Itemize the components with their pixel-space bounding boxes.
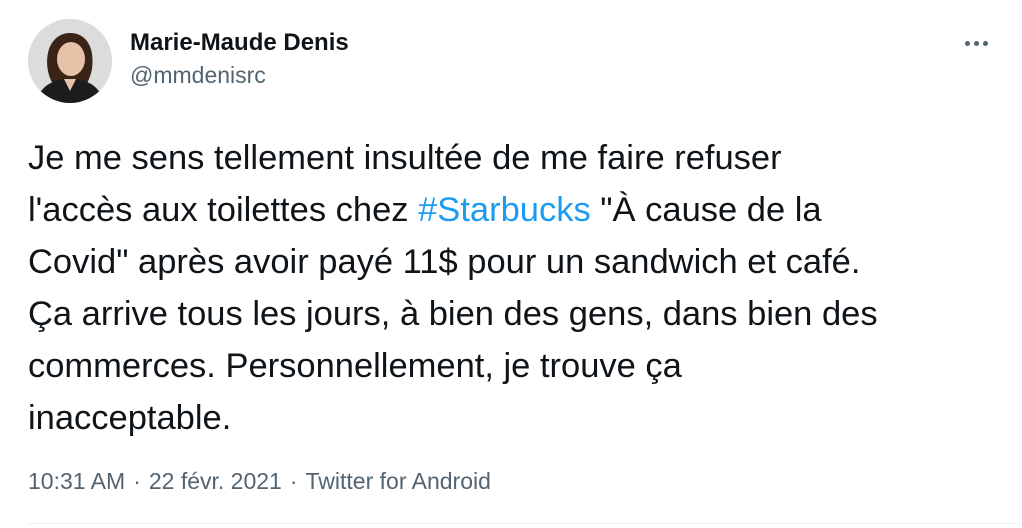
author-block: Marie-Maude Denis @mmdenisrc bbox=[130, 28, 349, 90]
tweet-text: Je me sens tellement insultée de me fair… bbox=[28, 132, 998, 444]
tweet-date: 22 févr. 2021 bbox=[148, 468, 282, 494]
tweet-time: 10:31 AM bbox=[28, 468, 126, 494]
tweet-card: Marie-Maude Denis @mmdenisrc Je me sens … bbox=[0, 0, 1022, 528]
more-dot bbox=[982, 40, 988, 46]
meta-separator: · bbox=[133, 468, 141, 494]
hashtag-link[interactable]: #Starbucks bbox=[418, 191, 591, 229]
tweet-source-link[interactable]: Twitter for Android bbox=[306, 468, 491, 494]
more-horizontal-icon[interactable] bbox=[956, 28, 996, 58]
avatar[interactable] bbox=[28, 19, 112, 103]
tweet-time-link[interactable]: 10:31 AM · 22 févr. 2021 bbox=[28, 468, 282, 494]
author-handle: @mmdenisrc bbox=[130, 62, 266, 88]
more-dot bbox=[964, 40, 970, 46]
tweet-meta: 10:31 AM · 22 févr. 2021 · Twitter for Andro… bbox=[28, 466, 491, 496]
author-display-name[interactable]: Marie-Maude Denis bbox=[130, 28, 349, 58]
divider bbox=[28, 523, 1022, 524]
meta-separator: · bbox=[289, 468, 298, 494]
avatar-image bbox=[28, 19, 112, 103]
more-dot bbox=[973, 40, 979, 46]
